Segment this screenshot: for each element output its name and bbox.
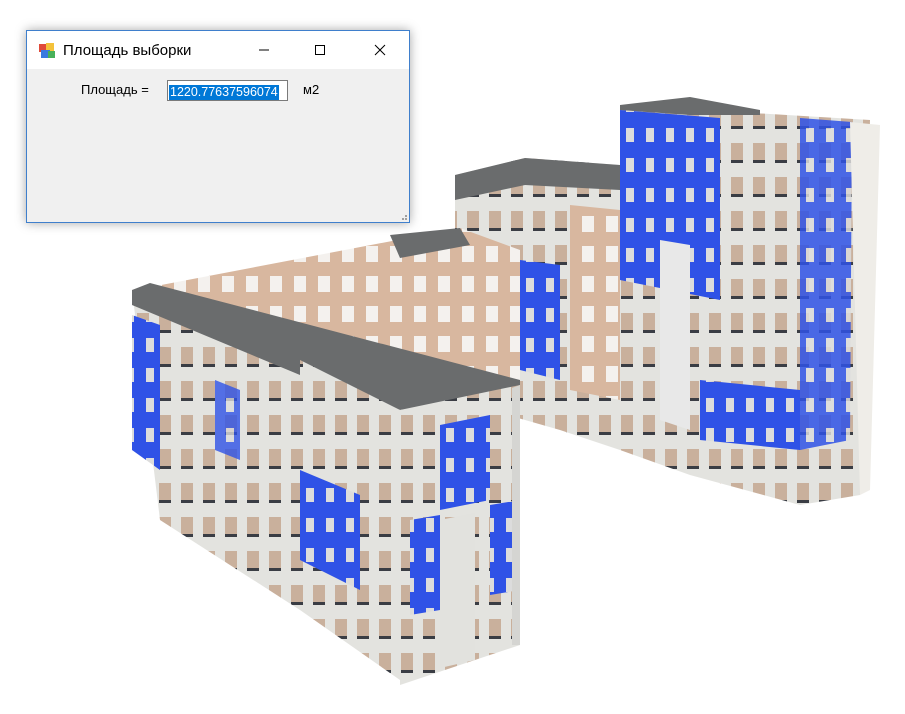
area-dialog: Площадь выборки Площадь = 1220.776375960… (26, 30, 410, 223)
wing-end (400, 385, 520, 685)
app-icon (39, 43, 55, 58)
area-label: Площадь = (81, 82, 149, 97)
resize-grip-icon[interactable] (401, 214, 407, 220)
close-button[interactable] (357, 31, 403, 69)
maximize-icon (315, 45, 325, 55)
area-value-field[interactable]: 1220.77637596074 (167, 80, 288, 101)
tower-building (620, 97, 880, 505)
minimize-button[interactable] (241, 31, 287, 69)
window-title: Площадь выборки (63, 42, 192, 59)
maximize-button[interactable] (297, 31, 343, 69)
title-bar[interactable]: Площадь выборки (27, 31, 409, 69)
minimize-icon (259, 49, 269, 51)
unit-label: м2 (303, 82, 320, 97)
close-icon (374, 44, 386, 56)
area-value-text: 1220.77637596074 (169, 85, 279, 100)
